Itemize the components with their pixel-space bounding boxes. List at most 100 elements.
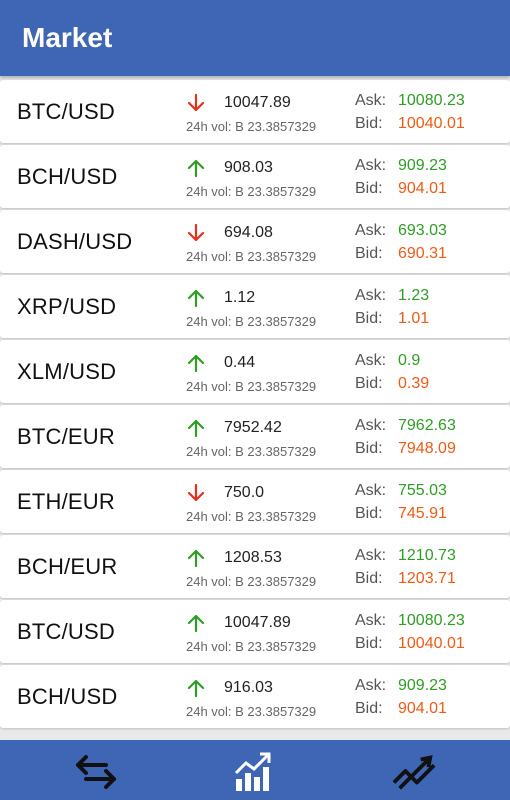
- pair-name: BCH/USD: [17, 684, 118, 709]
- ask-label: Ask:: [355, 352, 387, 369]
- last-price: 10047.89: [224, 94, 291, 111]
- trend-lines-icon: [392, 755, 436, 790]
- ask-label: Ask:: [355, 157, 387, 174]
- arrow-up-icon: [186, 548, 206, 568]
- arrow-up-icon: [186, 418, 206, 438]
- bid-label: Bid:: [355, 570, 383, 587]
- bid-label: Bid:: [355, 635, 383, 652]
- bid-value: 1203.71: [398, 570, 456, 587]
- bid-label: Bid:: [355, 375, 383, 392]
- ask-value: 7962.63: [398, 417, 456, 434]
- arrow-up-icon: [186, 353, 206, 373]
- market-row[interactable]: XRP/USD 1.12 24h vol: B 23.3857329 Ask: …: [0, 275, 510, 338]
- ask-value: 1210.73: [398, 547, 456, 564]
- ask-label: Ask:: [355, 547, 387, 564]
- market-row[interactable]: BTC/USD 10047.89 24h vol: B 23.3857329 A…: [0, 80, 510, 143]
- ask-label: Ask:: [355, 482, 387, 499]
- bid-value: 10040.01: [398, 635, 465, 652]
- bid-value: 904.01: [398, 700, 447, 717]
- last-price: 10047.89: [224, 614, 291, 631]
- ask-label: Ask:: [355, 417, 387, 434]
- arrow-down-icon: [186, 93, 206, 113]
- volume-24h: 24h vol: B 23.3857329: [186, 379, 317, 394]
- bid-label: Bid:: [355, 505, 383, 522]
- arrow-up-icon: [186, 613, 206, 633]
- ask-value: 1.23: [398, 287, 430, 304]
- pair-name: XLM/USD: [17, 359, 117, 384]
- market-row[interactable]: ETH/EUR 750.0 24h vol: B 23.3857329 Ask:…: [0, 470, 510, 533]
- volume-24h: 24h vol: B 23.3857329: [186, 704, 317, 719]
- nav-exchange-button[interactable]: [74, 749, 118, 793]
- arrow-down-icon: [186, 223, 206, 243]
- pair-name: BTC/USD: [17, 99, 115, 124]
- pair-name: XRP/USD: [17, 294, 117, 319]
- arrow-up-icon: [186, 158, 206, 178]
- last-price: 694.08: [224, 224, 273, 241]
- volume-24h: 24h vol: B 23.3857329: [186, 574, 317, 589]
- ask-value: 755.03: [398, 482, 447, 499]
- nav-trades-button[interactable]: [392, 749, 436, 793]
- last-price: 1208.53: [224, 549, 282, 566]
- bid-value: 0.39: [398, 375, 430, 392]
- volume-24h: 24h vol: B 23.3857329: [186, 184, 317, 199]
- bid-label: Bid:: [355, 310, 383, 327]
- arrow-up-icon: [186, 288, 206, 308]
- ask-label: Ask:: [355, 287, 387, 304]
- last-price: 908.03: [224, 159, 273, 176]
- ask-value: 10080.23: [398, 612, 465, 629]
- market-row[interactable]: BTC/EUR 7952.42 24h vol: B 23.3857329 As…: [0, 405, 510, 468]
- ask-value: 909.23: [398, 157, 447, 174]
- ask-label: Ask:: [355, 222, 387, 239]
- market-list[interactable]: BTC/USD 10047.89 24h vol: B 23.3857329 A…: [0, 76, 510, 730]
- chart-growth-icon: [234, 752, 271, 791]
- bid-value: 10040.01: [398, 115, 465, 132]
- bid-value: 904.01: [398, 180, 447, 197]
- volume-24h: 24h vol: B 23.3857329: [186, 119, 317, 134]
- volume-24h: 24h vol: B 23.3857329: [186, 314, 317, 329]
- last-price: 1.12: [224, 289, 256, 306]
- app-bar: Market: [0, 0, 510, 76]
- market-row[interactable]: BCH/EUR 1208.53 24h vol: B 23.3857329 As…: [0, 535, 510, 598]
- pair-name: ETH/EUR: [17, 489, 115, 514]
- pair-name: BTC/USD: [17, 619, 115, 644]
- volume-24h: 24h vol: B 23.3857329: [186, 639, 317, 654]
- market-row[interactable]: DASH/USD 694.08 24h vol: B 23.3857329 As…: [0, 210, 510, 273]
- arrow-up-icon: [186, 678, 206, 698]
- page-title: Market: [22, 22, 113, 53]
- pair-name: BCH/EUR: [17, 554, 118, 579]
- market-row[interactable]: BCH/USD 916.03 24h vol: B 23.3857329 Ask…: [0, 665, 510, 728]
- ask-label: Ask:: [355, 612, 387, 629]
- pair-name: BTC/EUR: [17, 424, 115, 449]
- volume-24h: 24h vol: B 23.3857329: [186, 444, 317, 459]
- nav-chart-button[interactable]: [232, 749, 276, 793]
- pair-name: BCH/USD: [17, 164, 118, 189]
- ask-value: 10080.23: [398, 92, 465, 109]
- ask-value: 0.9: [398, 352, 421, 369]
- last-price: 7952.42: [224, 419, 282, 436]
- ask-value: 693.03: [398, 222, 447, 239]
- ask-label: Ask:: [355, 677, 387, 694]
- market-row[interactable]: BCH/USD 908.03 24h vol: B 23.3857329 Ask…: [0, 145, 510, 208]
- bid-label: Bid:: [355, 115, 383, 132]
- bid-label: Bid:: [355, 180, 383, 197]
- bid-label: Bid:: [355, 700, 383, 717]
- bid-value: 690.31: [398, 245, 447, 262]
- exchange-arrows-icon: [76, 755, 116, 789]
- arrow-down-icon: [186, 483, 206, 503]
- last-price: 916.03: [224, 679, 273, 696]
- bid-value: 745.91: [398, 505, 447, 522]
- ask-label: Ask:: [355, 92, 387, 109]
- market-row[interactable]: BTC/USD 10047.89 24h vol: B 23.3857329 A…: [0, 600, 510, 663]
- ask-value: 909.23: [398, 677, 447, 694]
- last-price: 750.0: [224, 484, 265, 501]
- market-row[interactable]: XLM/USD 0.44 24h vol: B 23.3857329 Ask: …: [0, 340, 510, 403]
- volume-24h: 24h vol: B 23.3857329: [186, 509, 317, 524]
- bottom-nav-bar: [0, 740, 510, 800]
- bid-value: 7948.09: [398, 440, 456, 457]
- bid-value: 1.01: [398, 310, 430, 327]
- bid-label: Bid:: [355, 245, 383, 262]
- last-price: 0.44: [224, 354, 256, 371]
- bid-label: Bid:: [355, 440, 383, 457]
- volume-24h: 24h vol: B 23.3857329: [186, 249, 317, 264]
- pair-name: DASH/USD: [17, 229, 133, 254]
